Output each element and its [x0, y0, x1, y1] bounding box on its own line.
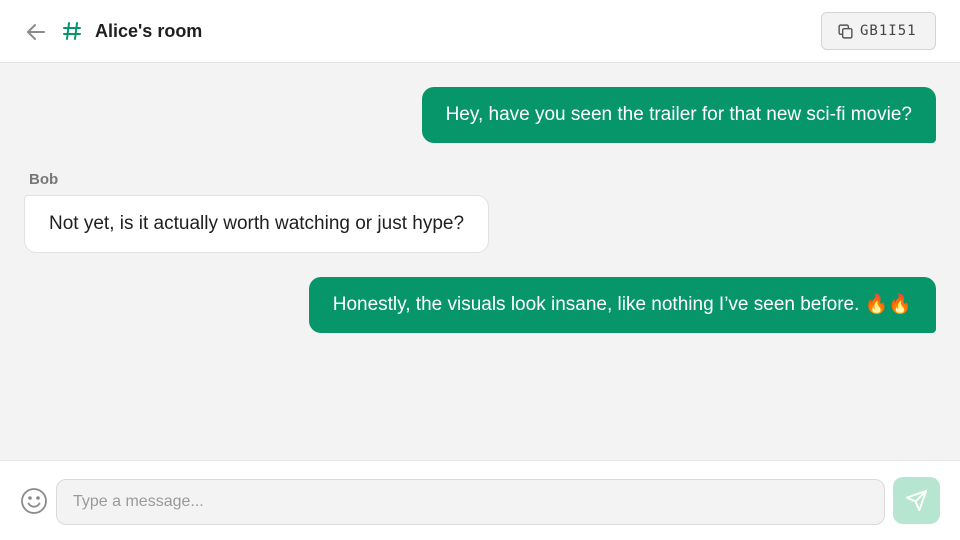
- message-outgoing: Honestly, the visuals look insane, like …: [308, 277, 936, 333]
- message-composer: [0, 460, 960, 540]
- message-text: Hey, have you seen the trailer for that …: [445, 104, 912, 125]
- room-title: Alice's room: [95, 21, 203, 41]
- hash-icon: [63, 22, 81, 40]
- back-button[interactable]: [24, 20, 48, 44]
- back-arrow-icon: [27, 24, 45, 40]
- copy-icon: [838, 24, 853, 39]
- emoji-icon: [21, 488, 47, 514]
- message-text: Not yet, is it actually worth watching o…: [49, 213, 465, 234]
- room-header: Alice's room GB1I51: [0, 0, 960, 63]
- copy-room-code-button[interactable]: GB1I51: [821, 12, 936, 50]
- message-sender: Bob: [29, 171, 59, 188]
- room-code: GB1I51: [860, 23, 917, 39]
- send-button[interactable]: [893, 477, 940, 524]
- message-text: Honestly, the visuals look insane, like …: [332, 294, 912, 315]
- send-icon: [905, 489, 928, 512]
- message-outgoing: Hey, have you seen the trailer for that …: [421, 87, 936, 143]
- emoji-button[interactable]: [20, 487, 48, 515]
- message-list[interactable]: Hey, have you seen the trailer for that …: [0, 64, 960, 460]
- message-input[interactable]: [56, 479, 885, 525]
- message-incoming: Not yet, is it actually worth watching o…: [24, 195, 490, 253]
